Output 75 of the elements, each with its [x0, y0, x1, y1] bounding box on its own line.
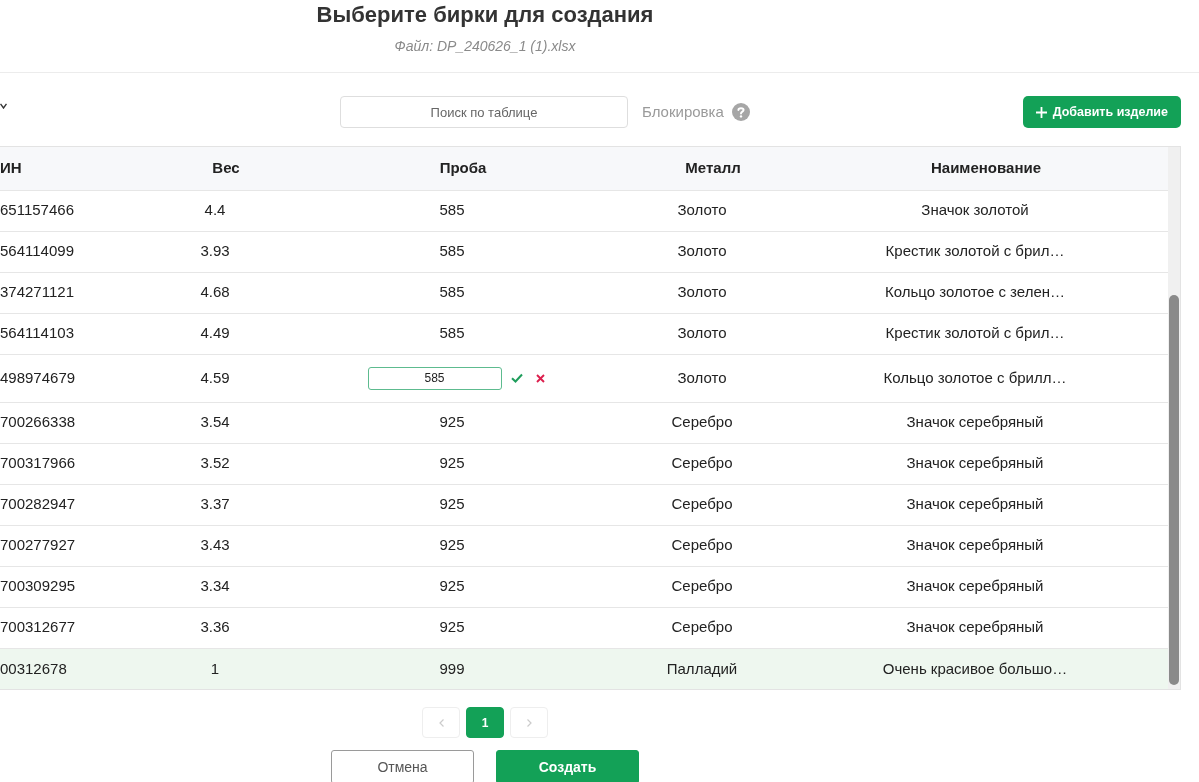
search-field[interactable]: Поиск по таблице — [340, 96, 628, 128]
plus-icon — [1035, 106, 1047, 118]
table-cell: 585 — [320, 231, 584, 272]
table-cell: 4.68 — [110, 272, 320, 313]
table-cell: 585 — [320, 313, 584, 354]
table-cell: Серебро — [584, 566, 820, 607]
scrollbar-thumb[interactable] — [1169, 295, 1179, 685]
table-cell: 498974679 — [0, 354, 110, 402]
cancel-button[interactable]: Отмена — [331, 750, 474, 782]
table-cell: 999 — [320, 648, 584, 689]
table-cell: 00312678 — [0, 648, 110, 689]
table-cell: 651157466 — [0, 190, 110, 231]
column-header[interactable]: Наименование — [820, 147, 1168, 190]
table-cell: 3.52 — [110, 443, 320, 484]
table-cell: 3.34 — [110, 566, 320, 607]
column-header[interactable]: Проба — [320, 147, 584, 190]
table-row[interactable]: 564114103 4.49 585 Золото Крестик золотой с брил… — [0, 313, 1168, 354]
close-icon[interactable] — [535, 373, 545, 383]
scrollbar-track[interactable] — [1168, 147, 1180, 689]
table-cell: Серебро — [584, 484, 820, 525]
table-cell: 925 — [320, 525, 584, 566]
table-cell: Золото — [584, 354, 820, 402]
table-cell: 374271121 — [0, 272, 110, 313]
table-cell: Серебро — [584, 402, 820, 443]
help-icon[interactable] — [731, 103, 750, 121]
table-cell: 4.59 — [110, 354, 320, 402]
table-cell: 700266338 — [0, 402, 110, 443]
table-cell: 925 — [320, 402, 584, 443]
table-cell: 4.49 — [110, 313, 320, 354]
table-cell: 700309295 — [0, 566, 110, 607]
table-cell: 700317966 — [0, 443, 110, 484]
table-cell: Палладий — [584, 648, 820, 689]
table-cell: 1 — [110, 648, 320, 689]
table-cell: Золото — [584, 313, 820, 354]
column-header[interactable]: Металл — [584, 147, 820, 190]
table-row[interactable]: 700282947 3.37 925 Серебро Значок серебряный — [0, 484, 1168, 525]
table-row[interactable]: 700266338 3.54 925 Серебро Значок серебряный — [0, 402, 1168, 443]
table-cell: Очень красивое большо… — [820, 648, 1168, 689]
table-row[interactable]: 498974679 4.59 585 Золото Кольцо золотое с брилл… — [0, 354, 1168, 402]
table-cell: Золото — [584, 231, 820, 272]
table-row[interactable]: 700309295 3.34 925 Серебро Значок серебряный — [0, 566, 1168, 607]
table-row[interactable]: 700317966 3.52 925 Серебро Значок серебряный — [0, 443, 1168, 484]
table-cell: 564114099 — [0, 231, 110, 272]
chevron-left-icon — [438, 718, 444, 727]
table-cell: 564114103 — [0, 313, 110, 354]
table-cell: 700282947 — [0, 484, 110, 525]
table-row[interactable]: 700277927 3.43 925 Серебро Значок серебряный — [0, 525, 1168, 566]
table-cell: 925 — [320, 443, 584, 484]
table-cell: 585 — [320, 190, 584, 231]
column-header[interactable]: Вес — [110, 147, 320, 190]
check-icon[interactable] — [510, 373, 523, 384]
table-row[interactable]: 651157466 4.4 585 Золото Значок золотой — [0, 190, 1168, 231]
table-cell: Серебро — [584, 525, 820, 566]
table-cell: 3.37 — [110, 484, 320, 525]
table-cell: Золото — [584, 190, 820, 231]
table-cell: 3.43 — [110, 525, 320, 566]
chevron-right-icon — [526, 718, 532, 727]
edit-field[interactable]: 585 — [367, 366, 502, 390]
table-row[interactable]: 374271121 4.68 585 Золото Кольцо золотое с зелен… — [0, 272, 1168, 313]
column-header[interactable]: ИН — [0, 147, 110, 190]
table-cell: 3.54 — [110, 402, 320, 443]
file-name: Файл: DP_240626_1 (1).xlsx — [394, 37, 576, 55]
table-row[interactable]: 564114099 3.93 585 Золото Крестик золотой с брил… — [0, 231, 1168, 272]
table-cell: 925 — [320, 484, 584, 525]
lock-label: Блокировка — [642, 101, 724, 122]
table-row[interactable]: 00312678 1 999 Палладий Очень красивое большо… — [0, 648, 1168, 689]
table-cell: 3.93 — [110, 231, 320, 272]
table-cell: 4.4 — [110, 190, 320, 231]
table-cell: Серебро — [584, 443, 820, 484]
dialog-title: Выберите бирки для создания — [316, 1, 654, 29]
table-cell: 585 — [320, 272, 584, 313]
chevron-down-icon[interactable] — [0, 103, 7, 109]
table-cell: 925 — [320, 566, 584, 607]
table-cell: Золото — [584, 272, 820, 313]
table-cell: 700277927 — [0, 525, 110, 566]
